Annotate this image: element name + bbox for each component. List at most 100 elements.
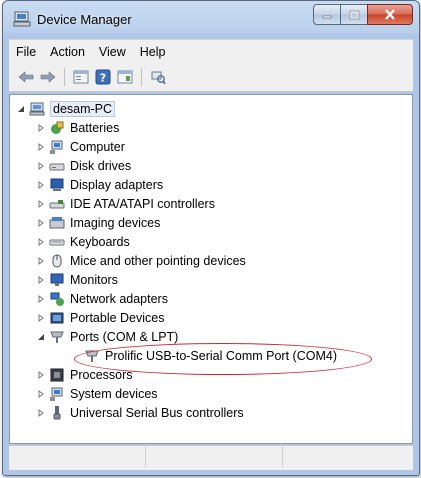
title-bar[interactable]: Device Manager	[3, 1, 419, 35]
toolbar-separator	[64, 68, 65, 86]
tree-item-label: Processors	[70, 368, 133, 382]
tree-item-ide-controllers[interactable]: IDE ATA/ATAPI controllers	[36, 195, 215, 213]
tree-item-label: Ports (COM & LPT)	[70, 330, 179, 344]
tree-item-label: Keyboards	[70, 235, 130, 249]
menu-action[interactable]: Action	[43, 43, 92, 61]
tree-item-label: System devices	[70, 387, 158, 401]
tree-item-mice[interactable]: Mice and other pointing devices	[36, 252, 246, 270]
forward-arrow-icon	[40, 71, 56, 83]
back-arrow-icon	[18, 71, 34, 83]
tree-item-label: IDE ATA/ATAPI controllers	[70, 197, 215, 211]
computer-icon	[29, 102, 45, 116]
expand-arrow-icon[interactable]	[36, 256, 46, 266]
mouse-icon	[52, 254, 62, 268]
tree-item-label: Computer	[70, 140, 125, 154]
tree-item-imaging-devices[interactable]: Imaging devices	[36, 214, 160, 232]
status-bar	[9, 445, 413, 470]
tree-item-system-devices[interactable]: System devices	[36, 385, 158, 403]
tree-item-disk-drives[interactable]: Disk drives	[36, 157, 131, 175]
tree-item-display-adapters[interactable]: Display adapters	[36, 176, 163, 194]
expand-arrow-icon[interactable]	[36, 389, 46, 399]
expand-arrow-icon[interactable]	[36, 294, 46, 304]
device-manager-window: Device Manager File Action View Help ? d…	[2, 0, 420, 476]
system-device-icon	[50, 387, 63, 401]
tree-item-usb-controllers[interactable]: Universal Serial Bus controllers	[36, 404, 244, 422]
status-cell	[283, 446, 413, 468]
menu-help[interactable]: Help	[133, 43, 173, 61]
tree-root-label: desam-PC	[50, 101, 116, 117]
tree-item-network-adapters[interactable]: Network adapters	[36, 290, 168, 308]
processor-icon	[50, 368, 64, 382]
svg-text:?: ?	[100, 72, 106, 85]
help-icon: ?	[95, 69, 111, 85]
collapse-arrow-icon[interactable]	[16, 104, 26, 114]
tree-item-label: Network adapters	[70, 292, 168, 306]
imaging-device-icon	[49, 217, 65, 229]
tree-item-label: Portable Devices	[70, 311, 165, 325]
tree-root[interactable]: desam-PC	[16, 100, 116, 118]
expand-arrow-icon[interactable]	[36, 370, 46, 380]
portable-device-icon	[50, 312, 64, 324]
tree-item-label: Universal Serial Bus controllers	[70, 406, 244, 420]
expand-arrow-icon[interactable]	[36, 199, 46, 209]
tree-item-batteries[interactable]: Batteries	[36, 119, 119, 137]
port-icon	[85, 350, 99, 362]
menu-view[interactable]: View	[92, 43, 133, 61]
expand-arrow-icon[interactable]	[36, 142, 46, 152]
scan-hardware-button[interactable]	[147, 66, 169, 88]
port-icon	[50, 331, 64, 343]
tree-item-computer[interactable]: Computer	[36, 138, 125, 156]
update-driver-button[interactable]	[114, 66, 136, 88]
close-button[interactable]	[367, 4, 413, 25]
expand-arrow-icon[interactable]	[36, 313, 46, 323]
minimize-icon	[322, 15, 332, 18]
tree-item-label: Display adapters	[70, 178, 164, 192]
tree-item-keyboards[interactable]: Keyboards	[36, 233, 130, 251]
tree-item-label: Imaging devices	[70, 216, 161, 230]
window-title: Device Manager	[37, 12, 132, 27]
network-adapter-icon	[50, 292, 64, 306]
properties-icon	[73, 70, 89, 84]
back-button[interactable]	[15, 66, 37, 88]
computer-icon	[50, 140, 63, 154]
toolbar-separator	[141, 68, 142, 86]
tree-item-label: Monitors	[70, 273, 118, 287]
expand-arrow-icon[interactable]	[36, 275, 46, 285]
status-cell	[9, 446, 146, 468]
menu-bar: File Action View Help	[9, 39, 413, 64]
close-icon	[385, 9, 395, 20]
forward-button[interactable]	[37, 66, 59, 88]
usb-icon	[53, 406, 61, 420]
minimize-button[interactable]	[313, 4, 341, 25]
help-button[interactable]: ?	[92, 66, 114, 88]
device-manager-icon	[13, 11, 31, 27]
tree-item-prolific-usb-serial-port[interactable]: Prolific USB-to-Serial Comm Port (COM4)	[84, 347, 337, 365]
expand-arrow-icon[interactable]	[36, 408, 46, 418]
expand-arrow-icon[interactable]	[36, 123, 46, 133]
tree-item-processors[interactable]: Processors	[36, 366, 133, 384]
scan-hardware-icon	[151, 71, 166, 85]
device-tree[interactable]: desam-PC Batteries Computer Disk drives …	[9, 94, 413, 444]
status-cell	[146, 446, 283, 468]
display-adapter-icon	[50, 178, 64, 191]
toolbar: ?	[9, 63, 413, 92]
keyboard-icon	[49, 239, 65, 246]
expand-arrow-icon[interactable]	[36, 237, 46, 247]
collapse-arrow-icon[interactable]	[36, 332, 46, 342]
tree-item-ports[interactable]: Ports (COM & LPT)	[36, 328, 178, 346]
maximize-button[interactable]	[340, 4, 368, 25]
tree-item-label: Prolific USB-to-Serial Comm Port (COM4)	[105, 349, 337, 363]
expand-arrow-icon[interactable]	[36, 161, 46, 171]
update-driver-icon	[117, 70, 133, 84]
properties-button[interactable]	[70, 66, 92, 88]
tree-item-portable-devices[interactable]: Portable Devices	[36, 309, 165, 327]
tree-item-label: Mice and other pointing devices	[70, 254, 246, 268]
ide-controller-icon	[49, 200, 65, 209]
tree-item-monitors[interactable]: Monitors	[36, 271, 118, 289]
caption-buttons	[313, 4, 413, 25]
expand-arrow-icon[interactable]	[36, 180, 46, 190]
menu-file[interactable]: File	[9, 43, 43, 61]
disk-drive-icon	[49, 163, 65, 171]
expand-arrow-icon[interactable]	[36, 218, 46, 228]
monitor-icon	[50, 273, 64, 286]
